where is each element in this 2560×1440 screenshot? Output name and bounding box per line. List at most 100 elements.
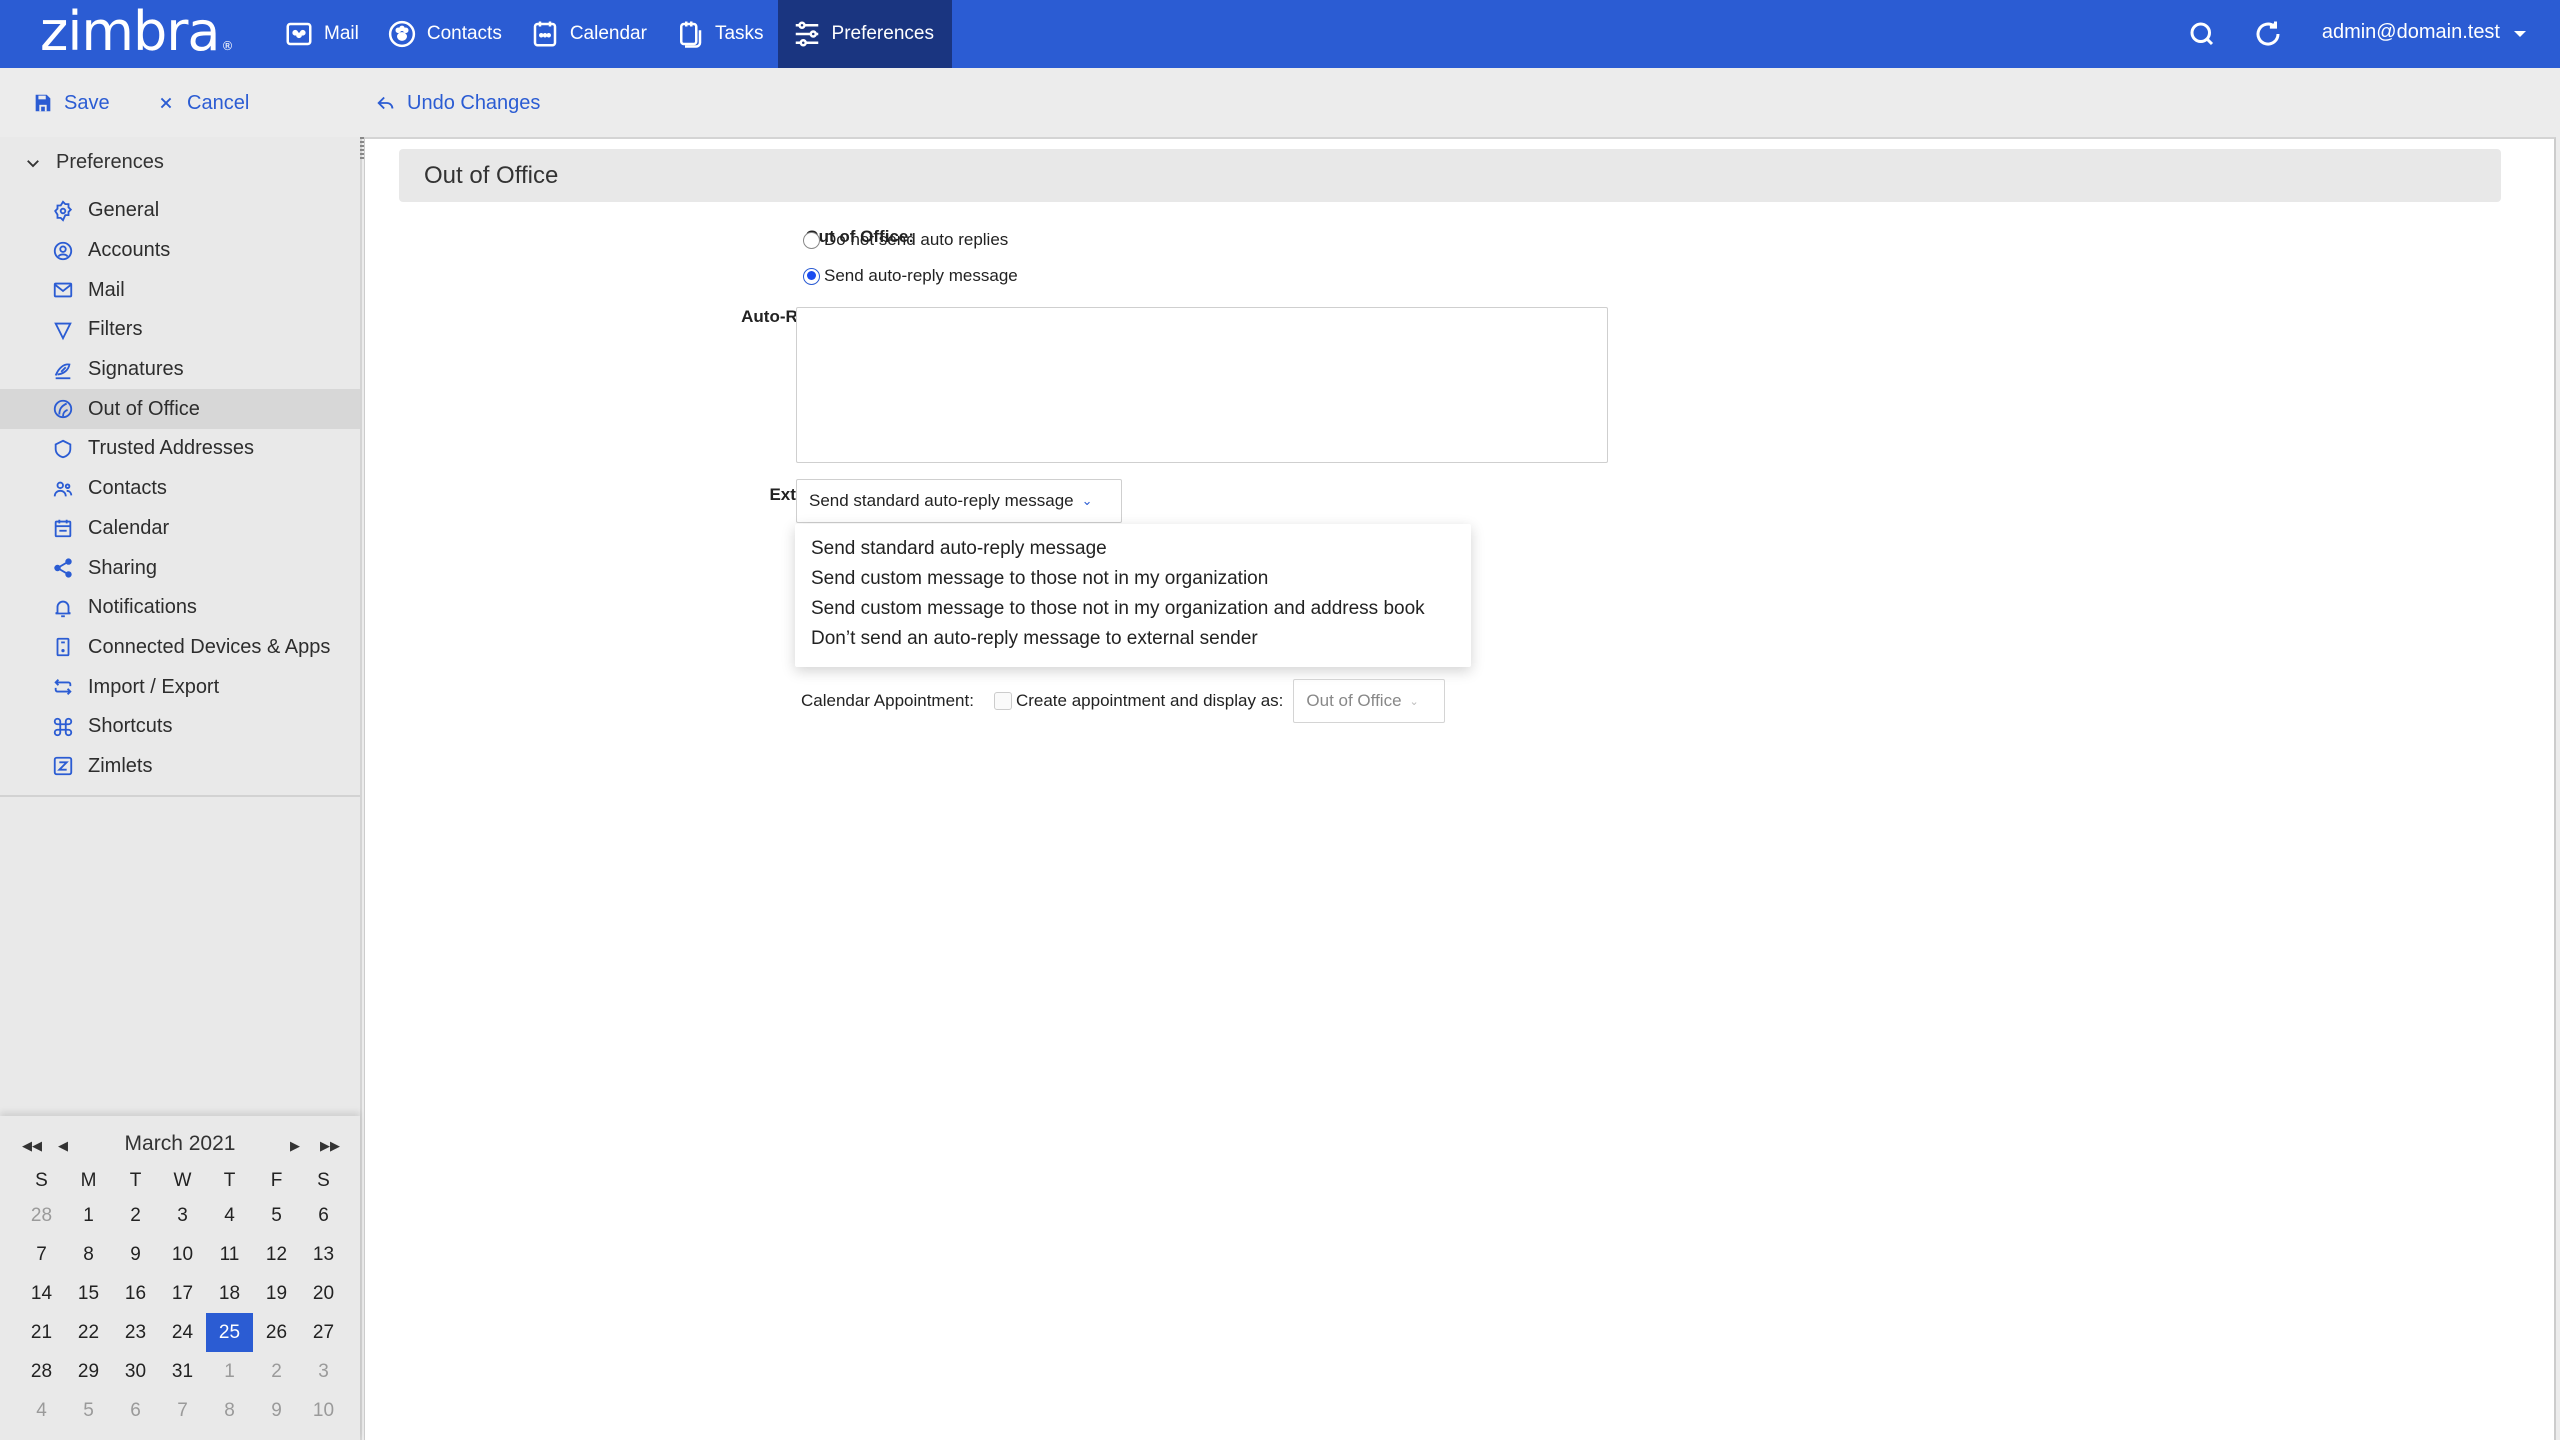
tab-tasks[interactable]: Tasks [661, 0, 778, 68]
calendar-day[interactable]: 2 [112, 1196, 159, 1235]
calendar-day[interactable]: 5 [65, 1391, 112, 1430]
sidebar-item-label: Zimlets [88, 754, 153, 777]
auto-reply-message-input[interactable] [796, 307, 1608, 463]
calendar-day[interactable]: 14 [18, 1274, 65, 1313]
main-nav: Mail Contacts Calendar Tasks Preferences [270, 0, 952, 68]
calendar-week-row: 28 29 30 31 1 2 3 [18, 1352, 348, 1391]
calendar-day[interactable]: 8 [206, 1391, 253, 1430]
bell-icon [52, 597, 88, 619]
cancel-button[interactable]: Cancel [155, 88, 249, 118]
calendar-day[interactable]: 24 [159, 1313, 206, 1352]
sidebar-item-general[interactable]: General [0, 191, 360, 231]
sidebar-item-import-export[interactable]: Import / Export [0, 667, 360, 707]
sidebar-item-notifications[interactable]: Notifications [0, 588, 360, 628]
calendar-day[interactable]: 9 [253, 1391, 300, 1430]
sidebar-item-zimlets[interactable]: Zimlets [0, 747, 360, 787]
calendar-day[interactable]: 13 [300, 1235, 347, 1274]
tab-contacts[interactable]: Contacts [373, 0, 516, 68]
sidebar-item-label: Contacts [88, 477, 167, 500]
sidebar-item-mail[interactable]: Mail [0, 270, 360, 310]
sidebar-item-signatures[interactable]: Signatures [0, 350, 360, 390]
contacts-icon [388, 20, 415, 48]
tab-calendar[interactable]: Calendar [516, 0, 661, 68]
calendar-day[interactable]: 15 [65, 1274, 112, 1313]
save-button[interactable]: Save [32, 88, 110, 118]
sidebar-item-sharing[interactable]: Sharing [0, 548, 360, 588]
radio-send-auto-reply[interactable]: Send auto-reply message [803, 266, 1018, 286]
calendar-day[interactable]: 29 [65, 1352, 112, 1391]
contacts-icon [52, 478, 88, 500]
calendar-week-row: 28 1 2 3 4 5 6 [18, 1196, 348, 1235]
sidebar-item-connected-devices-apps[interactable]: Connected Devices & Apps [0, 628, 360, 668]
calendar-day[interactable]: 19 [253, 1274, 300, 1313]
calendar-day[interactable]: 10 [300, 1391, 347, 1430]
radio-button-selected[interactable] [803, 267, 820, 285]
dropdown-option[interactable]: Send custom message to those not in my o… [795, 564, 1471, 594]
calendar-day[interactable]: 8 [65, 1235, 112, 1274]
sidebar-item-out-of-office[interactable]: Out of Office [0, 389, 360, 430]
close-icon [160, 97, 172, 109]
tab-mail[interactable]: Mail [270, 0, 373, 68]
calendar-day[interactable]: 18 [206, 1274, 253, 1313]
calendar-day[interactable]: 3 [159, 1196, 206, 1235]
create-appointment-checkbox[interactable] [993, 692, 1012, 710]
calendar-day[interactable]: 6 [112, 1391, 159, 1430]
calendar-day[interactable]: 21 [18, 1313, 65, 1352]
radio-button[interactable] [803, 231, 820, 249]
refresh-button[interactable] [2248, 14, 2288, 54]
calendar-day[interactable]: 16 [112, 1274, 159, 1313]
calendar-day[interactable]: 1 [206, 1352, 253, 1391]
dropdown-option[interactable]: Send custom message to those not in my o… [795, 594, 1471, 624]
calendar-day[interactable]: 22 [65, 1313, 112, 1352]
sidebar-item-filters[interactable]: Filters [0, 310, 360, 350]
calendar-day[interactable]: 1 [65, 1196, 112, 1235]
chevron-down-icon [27, 159, 39, 167]
day-of-week-label: S [317, 1170, 330, 1191]
calendar-day[interactable]: 3 [300, 1352, 347, 1391]
calendar-day[interactable]: 26 [253, 1313, 300, 1352]
calendar-day[interactable]: 31 [159, 1352, 206, 1391]
search-button[interactable] [2182, 14, 2222, 54]
calendar-day[interactable]: 28 [18, 1196, 65, 1235]
sidebar-item-accounts[interactable]: Accounts [0, 231, 360, 271]
undo-changes-button[interactable]: Undo Changes [375, 88, 540, 118]
next-year-button[interactable]: ▶▶ [320, 1138, 340, 1154]
tab-preferences[interactable]: Preferences [777, 0, 952, 68]
calendar-day[interactable]: 4 [206, 1196, 253, 1235]
radio-do-not-send[interactable]: Do not send auto replies [803, 230, 1008, 250]
user-menu[interactable]: admin@domain.test [2322, 21, 2526, 44]
sidebar-item-contacts[interactable]: Contacts [0, 469, 360, 509]
dropdown-option[interactable]: Send standard auto-reply message [795, 534, 1471, 564]
calendar-day[interactable]: 20 [300, 1274, 347, 1313]
sidebar-item-label: Calendar [88, 516, 170, 539]
calendar-day[interactable]: 2 [253, 1352, 300, 1391]
calendar-day[interactable]: 4 [18, 1391, 65, 1430]
calendar-day[interactable]: 11 [206, 1235, 253, 1274]
next-month-button[interactable]: ▶ [290, 1138, 300, 1154]
calendar-day[interactable]: 28 [18, 1352, 65, 1391]
calendar-day[interactable]: 12 [253, 1235, 300, 1274]
sidebar-item-calendar[interactable]: Calendar [0, 509, 360, 549]
calendar-day[interactable]: 7 [159, 1391, 206, 1430]
sidebar-item-shortcuts[interactable]: Shortcuts [0, 707, 360, 747]
filter-icon [52, 319, 88, 341]
calendar-day[interactable]: 5 [253, 1196, 300, 1235]
calendar-day[interactable]: 7 [18, 1235, 65, 1274]
sidebar-item-trusted-addresses[interactable]: Trusted Addresses [0, 429, 360, 469]
preferences-tree-header[interactable]: Preferences [24, 151, 164, 174]
calendar-day[interactable]: 30 [112, 1352, 159, 1391]
calendar-day-today[interactable]: 25 [206, 1313, 253, 1352]
calendar-day[interactable]: 27 [300, 1313, 347, 1352]
calendar-day[interactable]: 9 [112, 1235, 159, 1274]
calendar-day[interactable]: 23 [112, 1313, 159, 1352]
appointment-display-select[interactable]: Out of Office ⌄ [1293, 679, 1446, 723]
calendar-day[interactable]: 10 [159, 1235, 206, 1274]
calendar-day[interactable]: 6 [300, 1196, 347, 1235]
dropdown-option[interactable]: Don’t send an auto-reply message to exte… [795, 624, 1471, 654]
caret-down-icon [2514, 31, 2526, 37]
mini-calendar-title[interactable]: March 2021 [0, 1132, 360, 1156]
zimlet-icon [52, 755, 88, 777]
zimbra-logo[interactable]: zimbra ® [40, 2, 234, 62]
calendar-day[interactable]: 17 [159, 1274, 206, 1313]
external-senders-select[interactable]: Send standard auto-reply message ⌄ [796, 479, 1122, 523]
